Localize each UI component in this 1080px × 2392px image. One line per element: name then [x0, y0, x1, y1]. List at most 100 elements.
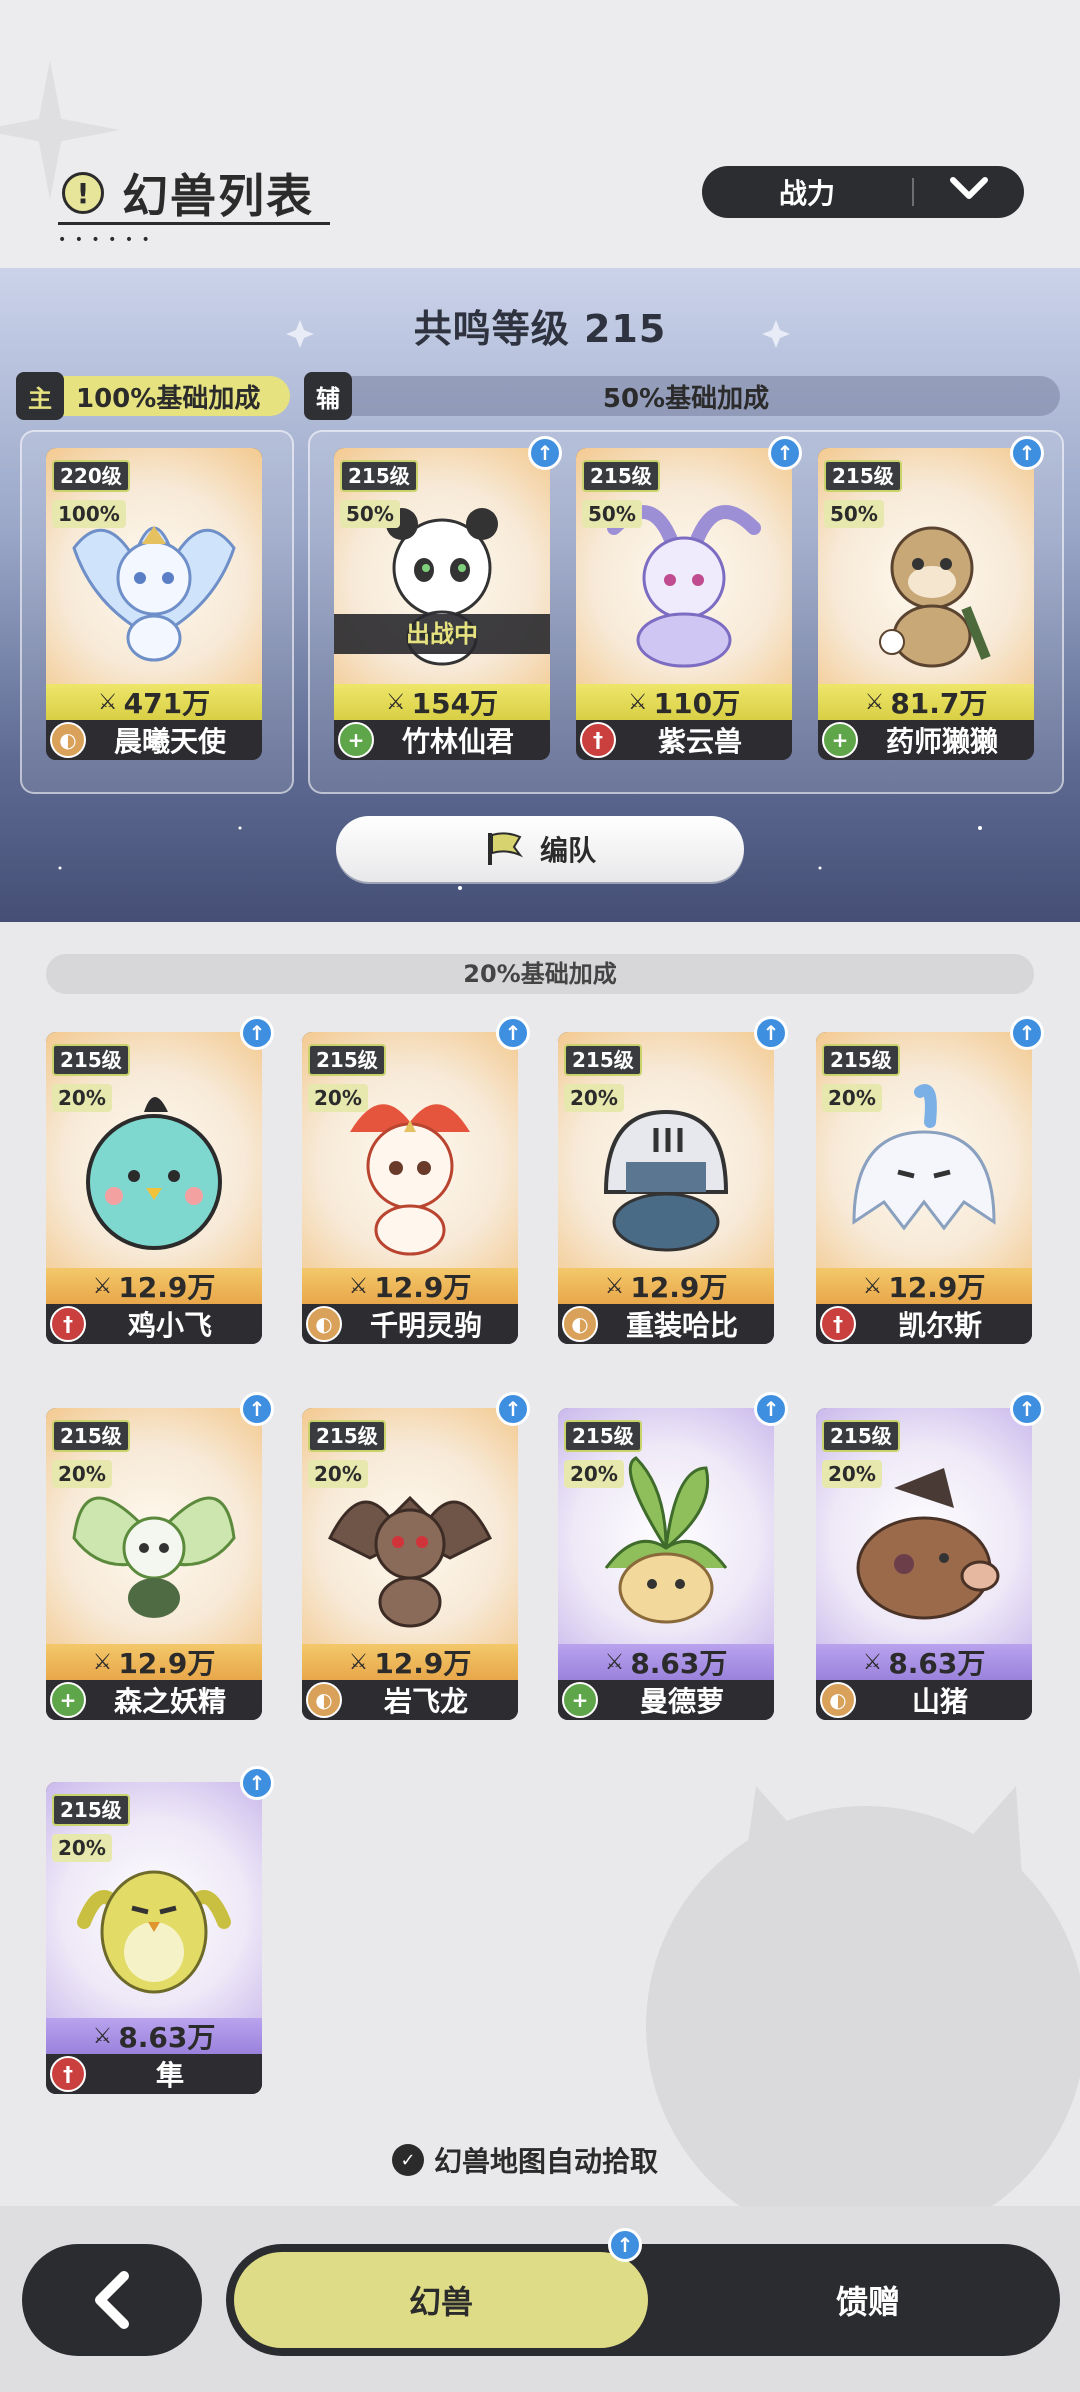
- bonus-badge: 20%: [308, 1460, 368, 1488]
- beast-name: 隼: [155, 2059, 184, 2092]
- shield-icon: ◐: [306, 1682, 342, 1718]
- power-value: ⚔ 471万: [46, 684, 262, 720]
- bonus-badge: 20%: [52, 1084, 112, 1112]
- bonus-badge: 20%: [822, 1460, 882, 1488]
- upgrade-arrow-icon[interactable]: ↑: [768, 436, 802, 470]
- power-text: 12.9万: [888, 1271, 986, 1304]
- level-badge: 215级: [340, 460, 418, 492]
- upgrade-arrow-icon[interactable]: ↑: [240, 1766, 274, 1800]
- beast-card[interactable]: 215级 20% ⚔ 12.9万 † 凯尔斯: [816, 1032, 1032, 1344]
- bonus-badge: 20%: [564, 1460, 624, 1488]
- crossed-swords-icon: ⚔: [385, 689, 406, 715]
- beast-card[interactable]: 215级 20% ⚔ 12.9万 † 鸡小飞: [46, 1032, 262, 1344]
- page-title: ! 幻兽列表: [62, 160, 314, 226]
- beast-card[interactable]: 215级 20% ⚔ 12.9万 ◐ 千明灵驹: [302, 1032, 518, 1344]
- header: ! 幻兽列表 • • • • • • 战力: [0, 0, 1080, 268]
- bonus-badge: 50%: [824, 500, 884, 528]
- upgrade-arrow-icon[interactable]: ↑: [754, 1392, 788, 1426]
- level-badge: 215级: [52, 1044, 130, 1076]
- level-badge: 215级: [822, 1420, 900, 1452]
- beast-name: 凯尔斯: [897, 1309, 982, 1342]
- sort-label: 战力: [778, 177, 835, 210]
- back-button[interactable]: [22, 2244, 202, 2356]
- upgrade-arrow-icon: ↑: [608, 2228, 642, 2262]
- tab-beasts[interactable]: 幻兽: [234, 2252, 648, 2348]
- upgrade-arrow-icon[interactable]: ↑: [528, 436, 562, 470]
- shield-icon: ◐: [562, 1306, 598, 1342]
- crossed-swords-icon: ⚔: [862, 1649, 883, 1675]
- page-title-text: 幻兽列表: [122, 169, 314, 223]
- beast-card[interactable]: 215级 20% ⚔ 8.63万 † 隼: [46, 1782, 262, 2094]
- bonus-badge: 100%: [52, 500, 126, 528]
- beast-name: 千明灵驹: [369, 1309, 482, 1342]
- sub-bonus-bar: 辅 50%基础加成: [304, 372, 1060, 420]
- power-text: 12.9万: [374, 1271, 472, 1304]
- beast-card[interactable]: 215级 20% ⚔ 12.9万 + 森之妖精: [46, 1408, 262, 1720]
- tab-gifts[interactable]: 馈赠: [676, 2244, 1060, 2356]
- name-bar: ◐ 岩飞龙: [302, 1680, 518, 1720]
- name-bar: ◐ 晨曦天使: [46, 720, 262, 760]
- bonus-badge: 20%: [564, 1084, 624, 1112]
- upgrade-arrow-icon[interactable]: ↑: [240, 1392, 274, 1426]
- name-bar: † 紫云兽: [576, 720, 792, 760]
- deployed-label: 出战中: [334, 614, 550, 654]
- main-bonus-bar: 主 100%基础加成: [16, 372, 290, 420]
- formation-button[interactable]: 编队: [336, 816, 744, 882]
- power-text: 8.63万: [630, 1647, 728, 1680]
- beast-name: 山猪: [911, 1685, 968, 1718]
- power-text: 154万: [411, 687, 499, 720]
- beast-name: 重装哈比: [625, 1309, 738, 1342]
- upgrade-arrow-icon[interactable]: ↑: [240, 1016, 274, 1050]
- power-value: ⚔ 12.9万: [816, 1268, 1032, 1304]
- auto-pick-toggle[interactable]: ✓ 幻兽地图自动拾取: [392, 2140, 658, 2180]
- beast-card[interactable]: 215级 20% ⚔ 8.63万 ◐ 山猪: [816, 1408, 1032, 1720]
- power-value: ⚔ 81.7万: [818, 684, 1034, 720]
- resonance-level: 共鸣等级 215: [413, 307, 667, 351]
- auto-pick-label: 幻兽地图自动拾取: [434, 2145, 659, 2178]
- level-badge: 215级: [822, 1044, 900, 1076]
- power-value: ⚔ 8.63万: [816, 1644, 1032, 1680]
- power-text: 12.9万: [374, 1647, 472, 1680]
- beast-card-sub[interactable]: 215级 50% ⚔ 81.7万 + 药师獭獭: [818, 448, 1034, 760]
- name-bar: ◐ 山猪: [816, 1680, 1032, 1720]
- sub-bonus-text: 50%基础加成: [602, 383, 770, 414]
- beast-card[interactable]: 215级 20% ⚔ 12.9万 ◐ 岩飞龙: [302, 1408, 518, 1720]
- crossed-swords-icon: ⚔: [92, 1649, 113, 1675]
- power-value: ⚔ 12.9万: [46, 1644, 262, 1680]
- name-bar: † 隼: [46, 2054, 262, 2094]
- beast-card[interactable]: 215级 20% ⚔ 8.63万 + 曼德萝: [558, 1408, 774, 1720]
- crossed-swords-icon: ⚔: [862, 1273, 883, 1299]
- beast-card[interactable]: 215级 20% ⚔ 12.9万 ◐ 重装哈比: [558, 1032, 774, 1344]
- crossed-swords-icon: ⚔: [627, 689, 648, 715]
- sort-dropdown[interactable]: 战力: [702, 166, 1024, 218]
- beast-card-main[interactable]: 220级 100% ⚔ 471万 ◐ 晨曦天使: [46, 448, 262, 760]
- upgrade-arrow-icon[interactable]: ↑: [1010, 1392, 1044, 1426]
- upgrade-arrow-icon[interactable]: ↑: [1010, 1016, 1044, 1050]
- power-text: 12.9万: [118, 1271, 216, 1304]
- crossed-swords-icon: ⚔: [348, 1649, 369, 1675]
- sword-icon: †: [580, 722, 616, 758]
- level-badge: 215级: [52, 1794, 130, 1826]
- beast-name: 晨曦天使: [113, 725, 226, 758]
- upgrade-arrow-icon[interactable]: ↑: [1010, 436, 1044, 470]
- level-badge: 215级: [52, 1420, 130, 1452]
- beast-card-sub[interactable]: 215级 50% 出战中 ⚔ 154万 + 竹林仙君: [334, 448, 550, 760]
- resonance-panel: 共鸣等级 215 主 100%基础加成 辅 50%基础加成 220级 100% …: [0, 268, 1080, 922]
- upgrade-arrow-icon[interactable]: ↑: [496, 1016, 530, 1050]
- info-icon[interactable]: !: [62, 172, 104, 214]
- power-value: ⚔ 154万: [334, 684, 550, 720]
- level-badge: 215级: [582, 460, 660, 492]
- beast-card-sub[interactable]: 215级 50% ⚔ 110万 † 紫云兽: [576, 448, 792, 760]
- power-value: ⚔ 8.63万: [46, 2018, 262, 2054]
- plus-icon: +: [562, 1682, 598, 1718]
- plus-icon: +: [50, 1682, 86, 1718]
- beast-name: 岩飞龙: [383, 1685, 468, 1718]
- name-bar: † 鸡小飞: [46, 1304, 262, 1344]
- name-bar: ◐ 千明灵驹: [302, 1304, 518, 1344]
- main-bonus-text: 100%基础加成: [76, 383, 261, 414]
- upgrade-arrow-icon[interactable]: ↑: [496, 1392, 530, 1426]
- power-text: 12.9万: [630, 1271, 728, 1304]
- upgrade-arrow-icon[interactable]: ↑: [754, 1016, 788, 1050]
- beast-name: 森之妖精: [113, 1685, 226, 1718]
- name-bar: + 曼德萝: [558, 1680, 774, 1720]
